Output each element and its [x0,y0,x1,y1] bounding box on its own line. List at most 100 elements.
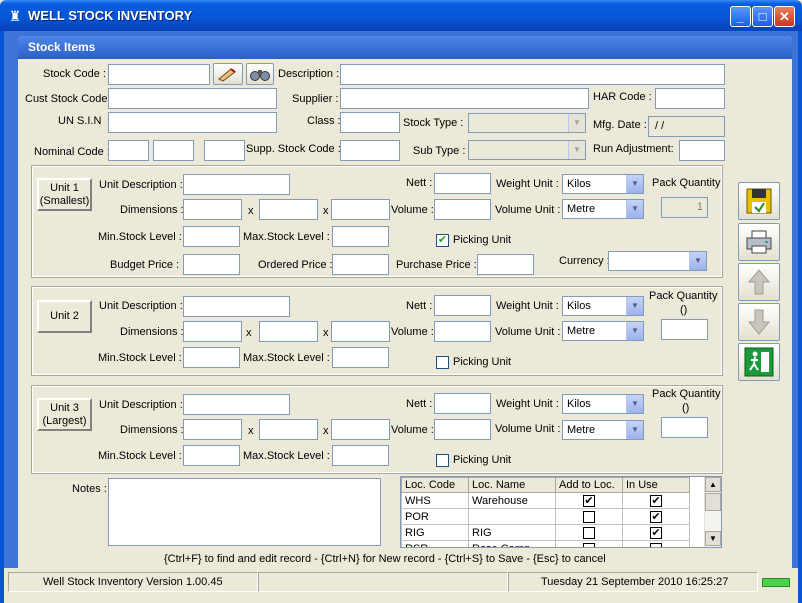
table-row[interactable]: POR ✔ [401,508,690,525]
cust-stock-code-input[interactable] [108,88,277,109]
run-adjustment-input[interactable] [679,140,725,161]
scroll-down-icon[interactable]: ▼ [705,531,721,546]
har-code-input[interactable] [655,88,725,109]
nominal-code-input-3[interactable] [204,140,245,161]
notes-textarea[interactable] [108,478,381,546]
description-input[interactable] [340,64,725,85]
supp-stock-code-input[interactable] [340,140,400,161]
add-to-loc-cell[interactable]: ✔ [555,492,623,509]
in-use-checkbox[interactable]: ✔ [650,510,662,523]
add-to-loc-checkbox[interactable] [583,510,595,523]
unit-2-dim-1[interactable] [183,321,242,342]
unit-2-dim-2[interactable] [259,321,318,342]
unit-1-volume-input[interactable] [434,199,491,220]
unit-1-picking-checkbox[interactable]: ✔ [436,234,449,247]
stock-code-input[interactable] [108,64,210,85]
scroll-up-icon[interactable]: ▲ [705,477,721,492]
unit-3-volume-input[interactable] [434,419,491,440]
in-use-checkbox[interactable] [650,542,662,547]
sub-type-select[interactable]: ▼ [468,140,586,160]
in-use-cell[interactable]: ✔ [622,492,690,509]
save-button[interactable] [738,182,780,220]
unit-3-dim-2[interactable] [259,419,318,440]
in-use-cell[interactable]: ✔ [622,524,690,541]
loc-name-cell[interactable]: Rose Camp [468,540,556,547]
unit-1-volume-unit-select[interactable]: Metre ▼ [562,199,644,219]
next-record-button[interactable] [738,303,780,341]
add-to-loc-cell[interactable] [555,524,623,541]
table-row[interactable]: RSRRose Camp [401,540,690,547]
loc-name-cell[interactable]: RIG [468,524,556,541]
find-record-button[interactable] [246,63,274,85]
grid-scrollbar[interactable]: ▲ ▼ [704,477,721,547]
unit-1-dim-1[interactable] [183,199,242,220]
unit-3-nett-input[interactable] [434,393,491,414]
loc-code-cell[interactable]: POR [401,508,469,525]
unit-1-max-stock-input[interactable] [332,226,389,247]
ordered-price-input[interactable] [332,254,389,275]
unit-2-max-stock-input[interactable] [332,347,389,368]
unit-2-pack-quantity-input[interactable] [661,319,708,340]
stock-type-select[interactable]: ▼ [468,113,586,133]
currency-select[interactable]: ▼ [608,251,707,271]
unit-3-min-stock-input[interactable] [183,445,240,466]
unit-2-weight-unit-select[interactable]: Kilos ▼ [562,296,644,316]
close-button[interactable]: ✕ [774,6,795,27]
nominal-code-input-2[interactable] [153,140,194,161]
add-to-loc-checkbox[interactable]: ✔ [583,494,595,507]
class-input[interactable] [340,112,400,133]
add-to-loc-checkbox[interactable] [583,526,595,539]
unit-1-pack-quantity-input[interactable]: 1 [661,197,708,218]
in-use-checkbox[interactable]: ✔ [650,494,662,507]
unit-3-volume-unit-select[interactable]: Metre ▼ [562,420,644,440]
unit-1-min-stock-input[interactable] [183,226,240,247]
in-use-checkbox[interactable]: ✔ [650,526,662,539]
col-in-use[interactable]: In Use [622,477,690,493]
edit-record-button[interactable] [213,63,243,85]
supplier-input[interactable] [340,88,589,109]
unit-2-picking-checkbox[interactable] [436,356,449,369]
print-button[interactable] [738,223,780,261]
loc-code-cell[interactable]: RIG [401,524,469,541]
locations-grid[interactable]: Loc. Code Loc. Name Add to Loc. In Use W… [400,476,722,548]
unit-2-description-input[interactable] [183,296,290,317]
unit-2-volume-input[interactable] [434,321,491,342]
unit-1-nett-input[interactable] [434,173,491,194]
unit-3-dim-1[interactable] [183,419,242,440]
loc-code-cell[interactable]: RSR [401,540,469,547]
loc-name-cell[interactable] [468,508,556,525]
scroll-thumb[interactable] [705,493,721,511]
loc-code-cell[interactable]: WHS [401,492,469,509]
col-loc-name[interactable]: Loc. Name [468,477,556,493]
unit-1-description-input[interactable] [183,174,290,195]
maximize-button[interactable]: □ [752,6,773,27]
add-to-loc-cell[interactable] [555,540,623,547]
table-row[interactable]: RIG RIG ✔ [401,524,690,541]
unit-2-min-stock-input[interactable] [183,347,240,368]
unit-3-pack-quantity-input[interactable] [661,417,708,438]
unit-1-dim-2[interactable] [259,199,318,220]
table-row[interactable]: WHS Warehouse ✔ ✔ [401,492,690,509]
in-use-cell[interactable]: ✔ [622,508,690,525]
unit-1-weight-unit-select[interactable]: Kilos ▼ [562,174,644,194]
col-loc-code[interactable]: Loc. Code [401,477,469,493]
unit-3-picking-checkbox[interactable] [436,454,449,467]
unit-2-nett-input[interactable] [434,295,491,316]
unit-3-dim-3[interactable] [331,419,390,440]
unit-3-weight-unit-select[interactable]: Kilos ▼ [562,394,644,414]
add-to-loc-checkbox[interactable] [583,542,595,547]
purchase-price-input[interactable] [477,254,534,275]
unit-1-dim-3[interactable] [331,199,390,220]
loc-name-cell[interactable]: Warehouse [468,492,556,509]
exit-button[interactable] [738,343,780,381]
un-sin-input[interactable] [108,112,277,133]
unit-2-volume-unit-select[interactable]: Metre ▼ [562,321,644,341]
minimize-button[interactable]: _ [730,6,751,27]
previous-record-button[interactable] [738,263,780,301]
unit-2-dim-3[interactable] [331,321,390,342]
in-use-cell[interactable] [622,540,690,547]
col-add-to-loc[interactable]: Add to Loc. [555,477,623,493]
unit-3-max-stock-input[interactable] [332,445,389,466]
nominal-code-input-1[interactable] [108,140,149,161]
budget-price-input[interactable] [183,254,240,275]
